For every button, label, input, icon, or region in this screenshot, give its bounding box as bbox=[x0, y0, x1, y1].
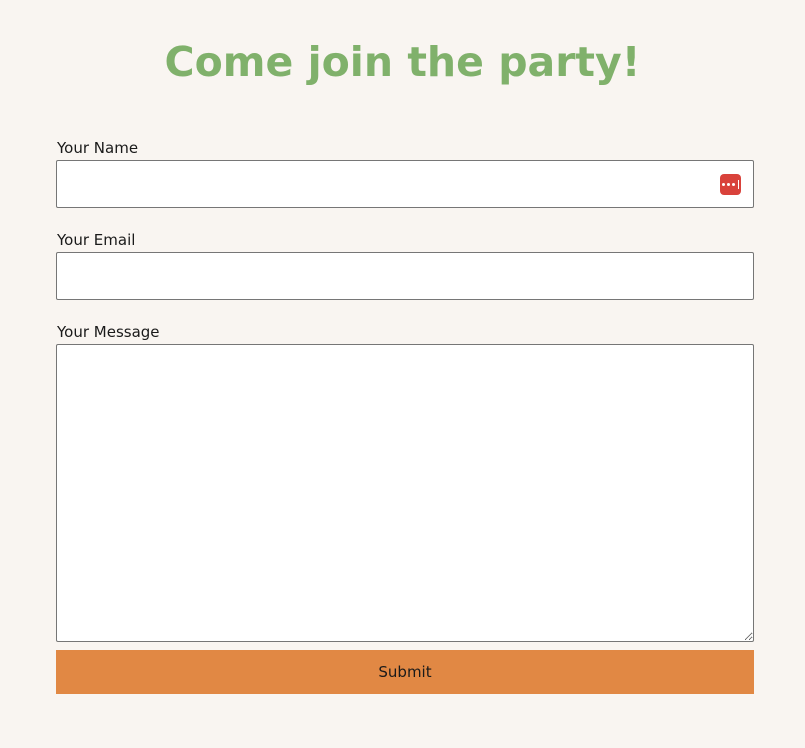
name-input[interactable] bbox=[56, 160, 754, 208]
password-manager-dot bbox=[726, 183, 730, 186]
submit-button[interactable]: Submit bbox=[56, 650, 754, 694]
email-input[interactable] bbox=[56, 252, 754, 300]
password-manager-caret bbox=[737, 180, 740, 189]
name-label: Your Name bbox=[57, 139, 139, 157]
message-label: Your Message bbox=[57, 323, 160, 341]
message-textarea[interactable] bbox=[56, 344, 754, 642]
password-manager-icon[interactable] bbox=[720, 174, 741, 195]
password-manager-dot bbox=[721, 183, 725, 186]
email-label: Your Email bbox=[57, 231, 136, 249]
page-title: Come join the party! bbox=[164, 38, 641, 86]
password-manager-dot bbox=[731, 183, 735, 186]
